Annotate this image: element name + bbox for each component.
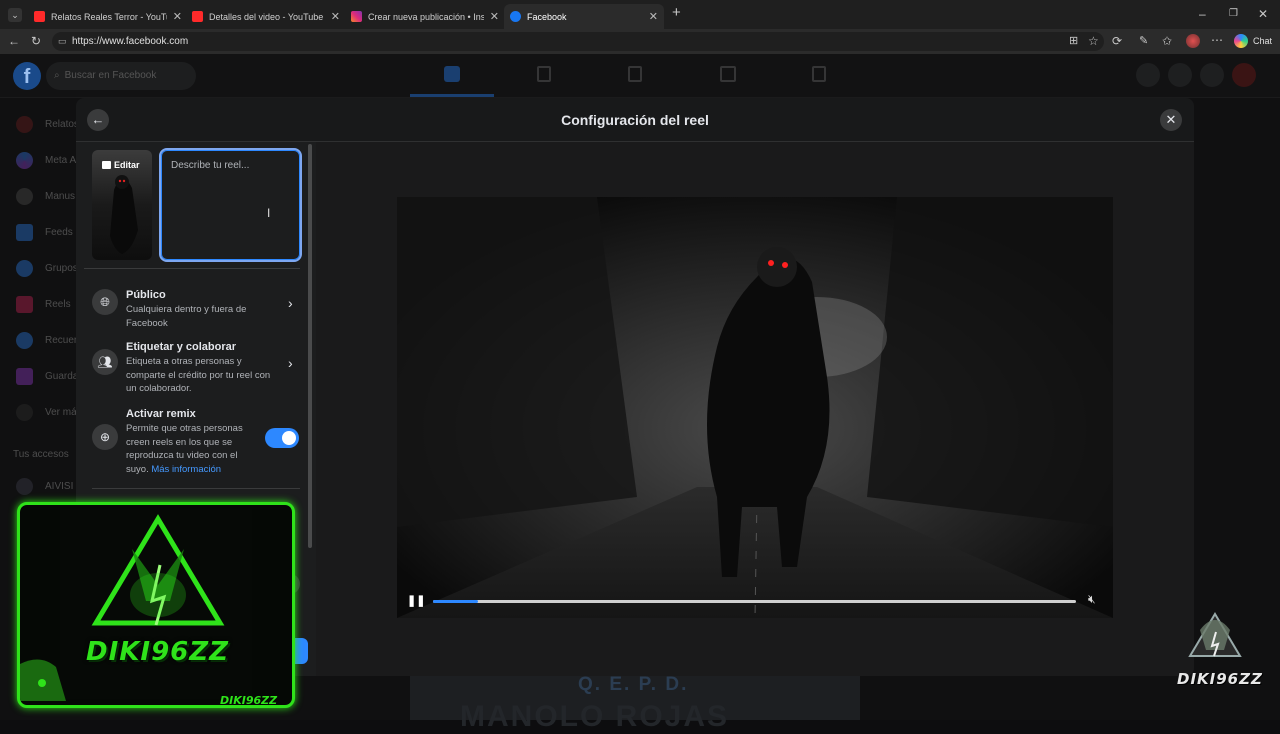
refresh-extension-icon[interactable]: ⟳ bbox=[1112, 35, 1122, 47]
site-info-icon[interactable]: ▭ bbox=[58, 32, 67, 51]
panel-scrollbar[interactable] bbox=[308, 144, 312, 548]
tab-instagram[interactable]: Crear nueva publicación • Instagram ✕ bbox=[345, 4, 505, 29]
description-field-wrapper: I bbox=[159, 148, 302, 262]
new-tab-icon[interactable]: + bbox=[672, 5, 681, 20]
progress-fill bbox=[433, 600, 478, 603]
shortcut-item[interactable]: AIVISI bbox=[16, 474, 73, 498]
remix-toggle[interactable] bbox=[265, 428, 299, 448]
text-cursor-icon: I bbox=[267, 206, 271, 220]
logo-emblem bbox=[20, 509, 252, 701]
close-tab-icon[interactable]: ✕ bbox=[173, 10, 182, 23]
url-field[interactable]: ▭ https://www.facebook.com bbox=[52, 32, 1104, 51]
close-tab-icon[interactable]: ✕ bbox=[649, 10, 658, 23]
tag-collaborate-option[interactable]: 👥︎ Etiquetar y colaborar Etiqueta a otra… bbox=[92, 341, 304, 394]
close-modal-button[interactable]: ✕ bbox=[1160, 109, 1182, 131]
ads-nav-icon[interactable] bbox=[628, 66, 642, 82]
sidebar-item-see-more[interactable]: Ver má bbox=[16, 400, 77, 424]
menu-grid-icon[interactable] bbox=[1136, 63, 1160, 87]
image-edit-icon bbox=[102, 161, 111, 169]
sidebar-item-profile[interactable]: Relatos bbox=[16, 112, 79, 136]
address-bar: ← ↻ ▭ https://www.facebook.com ⊞ ☆ ⟳ ✎ ✩… bbox=[0, 29, 1280, 54]
favorites-icon[interactable]: ✩ bbox=[1162, 35, 1172, 47]
sidebar-item-saved[interactable]: Guarda bbox=[16, 364, 78, 388]
facebook-logo[interactable]: f bbox=[13, 62, 41, 90]
description-textarea[interactable] bbox=[161, 150, 300, 260]
muted-volume-icon[interactable]: 🔇︎ bbox=[1088, 592, 1096, 607]
pause-icon[interactable]: ❚❚ bbox=[407, 594, 425, 607]
home-active-indicator bbox=[410, 94, 494, 97]
edit-thumbnail-button[interactable]: Editar bbox=[102, 160, 140, 170]
audience-option[interactable]: 🌐︎ Público Cualquiera dentro y fuera de … bbox=[92, 289, 304, 329]
notifications-icon[interactable] bbox=[1200, 63, 1224, 87]
shortcuts-heading: Tus accesos bbox=[13, 448, 69, 460]
modal-title: Configuración del reel bbox=[561, 112, 709, 128]
watermark-emblem bbox=[1188, 612, 1242, 657]
favorite-star-icon[interactable]: ☆ bbox=[1088, 35, 1099, 47]
reload-icon[interactable]: ↻ bbox=[31, 35, 41, 47]
tab-actions-icon[interactable]: ⊞ bbox=[1069, 35, 1078, 47]
copilot-icon[interactable] bbox=[1234, 34, 1248, 48]
sidebar-item-manus[interactable]: Manus bbox=[16, 184, 75, 208]
remix-description: Permite que otras personas creen reels e… bbox=[126, 423, 243, 475]
back-icon[interactable]: ← bbox=[8, 35, 20, 47]
youtube-studio-icon bbox=[192, 11, 203, 22]
close-tab-icon[interactable]: ✕ bbox=[490, 10, 499, 23]
facebook-icon bbox=[510, 11, 521, 22]
video-controls: ❚❚ 🔇︎ bbox=[397, 585, 1113, 618]
sidebar-item-reels[interactable]: Reels bbox=[16, 292, 71, 316]
close-tab-icon[interactable]: ✕ bbox=[331, 10, 340, 23]
watermark-text: DIKI96ZZ bbox=[1177, 670, 1263, 688]
extensions-icon[interactable]: ✎ bbox=[1139, 35, 1148, 47]
more-info-link[interactable]: Más información bbox=[151, 464, 221, 475]
instagram-icon bbox=[351, 11, 362, 22]
chevron-right-icon: › bbox=[288, 355, 293, 371]
minimize-icon[interactable]: – bbox=[1199, 8, 1206, 20]
maximize-icon[interactable]: ❐ bbox=[1229, 8, 1238, 20]
tab-youtube-studio[interactable]: Detalles del video - YouTube Studio ✕ bbox=[186, 4, 346, 29]
chevron-right-icon: › bbox=[288, 295, 293, 311]
tab-youtube[interactable]: Relatos Reales Terror - YouTube ✕ bbox=[28, 4, 188, 29]
megaphone-nav-icon[interactable] bbox=[720, 66, 736, 82]
add-people-icon: 👥︎ bbox=[92, 349, 118, 375]
streamer-logo-overlay bbox=[17, 502, 295, 708]
tab-list-icon[interactable]: ⌄ bbox=[8, 8, 22, 22]
logo-text: DIKI96ZZ bbox=[86, 637, 229, 667]
gaming-nav-icon[interactable] bbox=[812, 66, 826, 82]
divider bbox=[84, 268, 300, 269]
video-player[interactable]: ❚❚ 🔇︎ bbox=[397, 197, 1113, 618]
remix-icon: ⊕ bbox=[92, 424, 118, 450]
progress-bar[interactable] bbox=[433, 600, 1076, 603]
sidebar-item-groups[interactable]: Grupos bbox=[16, 256, 78, 280]
modal-header: ← Configuración del reel ✕ bbox=[76, 98, 1194, 142]
sidebar-item-feeds[interactable]: Feeds bbox=[16, 220, 73, 244]
home-nav-icon[interactable] bbox=[444, 66, 460, 82]
profile-avatar[interactable] bbox=[1186, 34, 1200, 48]
background-post-name: MANOLO ROJAS bbox=[460, 700, 730, 733]
account-avatar[interactable] bbox=[1232, 63, 1256, 87]
divider bbox=[92, 488, 300, 489]
facebook-top-nav: f ⌕ Buscar en Facebook bbox=[0, 54, 1280, 98]
chat-label[interactable]: Chat bbox=[1253, 36, 1272, 46]
close-window-icon[interactable]: ✕ bbox=[1258, 8, 1268, 20]
reels-nav-icon[interactable] bbox=[537, 66, 551, 82]
messenger-icon[interactable] bbox=[1168, 63, 1192, 87]
search-input[interactable]: ⌕ Buscar en Facebook bbox=[46, 62, 196, 90]
reel-thumbnail[interactable]: Editar bbox=[92, 150, 152, 260]
background-post-text: Q. E. P. D. bbox=[578, 674, 689, 695]
youtube-icon bbox=[34, 11, 45, 22]
search-icon: ⌕ bbox=[54, 70, 60, 81]
globe-icon: 🌐︎ bbox=[92, 289, 118, 315]
sidebar-item-memories[interactable]: Recuer bbox=[16, 328, 77, 352]
sidebar-item-meta-ai[interactable]: Meta A bbox=[16, 148, 76, 172]
logo-signature: DIKI96ZZ bbox=[220, 694, 278, 707]
video-frame bbox=[397, 197, 1113, 618]
tab-facebook[interactable]: Facebook ✕ bbox=[504, 4, 664, 29]
browser-tab-bar: ⌄ Relatos Reales Terror - YouTube ✕ Deta… bbox=[0, 0, 1280, 29]
more-menu-icon[interactable]: ⋯ bbox=[1211, 34, 1223, 46]
